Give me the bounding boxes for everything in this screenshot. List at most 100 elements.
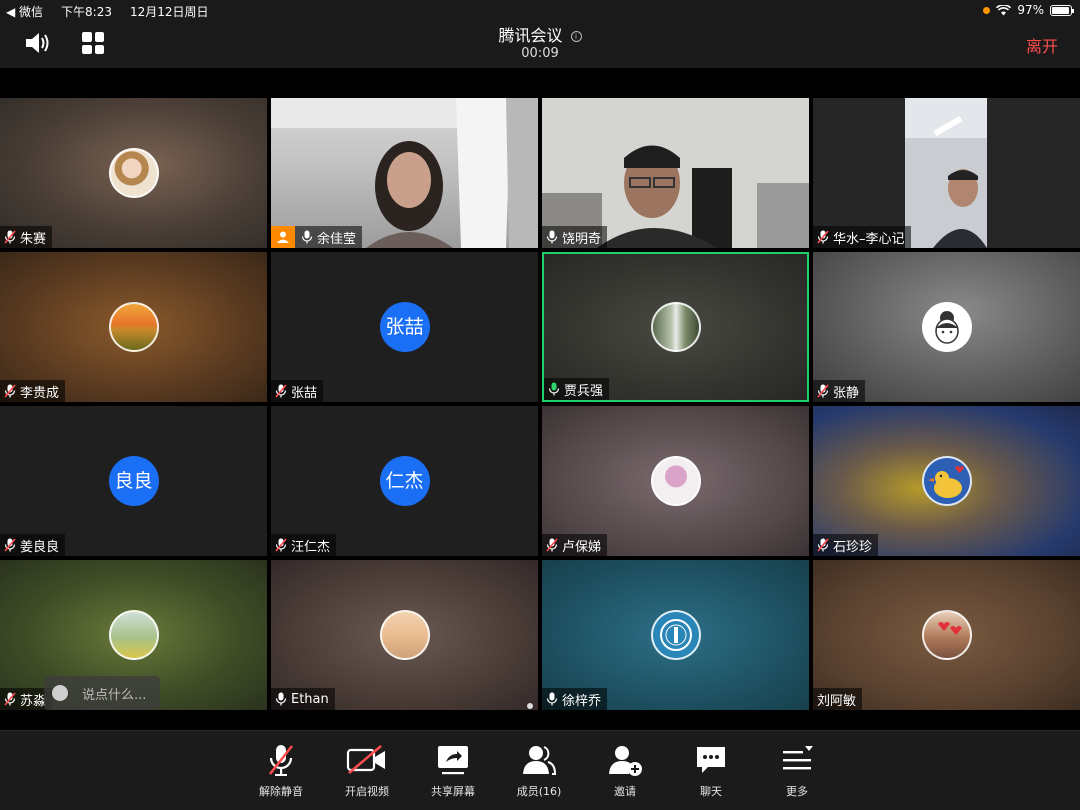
- avatar: [650, 610, 701, 660]
- host-badge-icon: [271, 226, 295, 248]
- status-bar: ◀ 微信 下午8:23 12月12日周日 97%: [0, 0, 1080, 20]
- meeting-title-text: 腾讯会议: [498, 26, 563, 45]
- status-time: 下午8:23: [61, 5, 112, 19]
- mic-muted-icon: [275, 538, 287, 552]
- battery-percent: 97%: [1017, 3, 1044, 17]
- participant-tile[interactable]: Ethan: [271, 560, 538, 710]
- participant-nameplate: 刘阿敏: [813, 688, 863, 710]
- avatar: [921, 610, 972, 660]
- participant-tile[interactable]: 余佳莹: [271, 98, 538, 248]
- participant-tile[interactable]: 仁杰 汪仁杰: [271, 406, 538, 556]
- status-date: 12月12日周日: [130, 5, 209, 19]
- participant-tile[interactable]: 良良 姜良良: [0, 406, 267, 556]
- info-icon[interactable]: i: [570, 31, 582, 42]
- more-button[interactable]: 更多: [757, 743, 837, 799]
- invite-label: 邀请: [614, 785, 636, 798]
- more-label: 更多: [786, 785, 808, 798]
- avatar: [921, 302, 972, 352]
- members-icon: [523, 746, 557, 775]
- avatar: [108, 610, 159, 660]
- chat-icon: [697, 747, 725, 773]
- participant-nameplate: Ethan: [271, 688, 335, 710]
- participant-tile[interactable]: 饶明奇: [542, 98, 809, 248]
- participant-tile[interactable]: 朱赛: [0, 98, 267, 248]
- meeting-title: 腾讯会议 i: [0, 22, 1080, 46]
- page-indicator[interactable]: [527, 703, 533, 709]
- mic-icon: [301, 230, 313, 244]
- participant-name: 饶明奇: [562, 231, 602, 247]
- participant-name: 贾兵强: [564, 383, 604, 399]
- participant-nameplate: 贾兵强: [544, 378, 610, 400]
- avatar: [650, 456, 701, 506]
- video-tile-grid: 朱赛 余佳莹 饶明奇 华水–李心记 李贵成 张喆 张喆 贾兵强 张静 良良 姜良…: [0, 98, 1080, 712]
- participant-nameplate: 卢保娣: [542, 534, 608, 556]
- mic-speaking-icon: [548, 382, 560, 396]
- more-menu-icon: [783, 746, 813, 770]
- participant-tile[interactable]: 张静: [813, 252, 1080, 402]
- participant-name: 华水–李心记: [833, 231, 905, 247]
- mic-in-use-indicator: [983, 6, 991, 14]
- participant-name: 刘阿敏: [817, 693, 857, 709]
- participant-tile[interactable]: 卢保娣: [542, 406, 809, 556]
- unmute-button[interactable]: 解除静音: [241, 743, 321, 799]
- start-video-label: 开启视频: [345, 785, 389, 798]
- members-label: 成员(16): [516, 785, 562, 798]
- mic-muted-icon: [4, 230, 16, 244]
- avatar: [379, 610, 430, 660]
- avatar: [108, 148, 159, 198]
- participant-tile[interactable]: 徐梓乔: [542, 560, 809, 710]
- participant-name: 张喆: [291, 385, 318, 401]
- unmute-label: 解除静音: [259, 785, 303, 798]
- participant-name: 张静: [833, 385, 860, 401]
- participant-nameplate: 张喆: [271, 380, 324, 402]
- participant-nameplate: 朱赛: [0, 226, 53, 248]
- page-dot: [527, 703, 533, 709]
- participant-nameplate: 张静: [813, 380, 866, 402]
- chat-placeholder: 说点什么...: [82, 687, 147, 703]
- invite-icon: [609, 746, 642, 776]
- participant-nameplate: 汪仁杰: [271, 534, 337, 556]
- participant-tile[interactable]: 华水–李心记: [813, 98, 1080, 248]
- avatar: [921, 456, 972, 506]
- mic-muted-icon: [275, 384, 287, 398]
- chat-label: 聊天: [700, 785, 722, 798]
- back-to-app-link[interactable]: ◀ 微信: [6, 3, 43, 20]
- participant-name: 苏淼: [20, 693, 47, 709]
- members-button[interactable]: 成员(16): [499, 743, 579, 799]
- participant-tile-active-speaker[interactable]: 贾兵强: [542, 252, 809, 402]
- participant-nameplate: 华水–李心记: [813, 226, 911, 248]
- participant-tile[interactable]: 石珍珍: [813, 406, 1080, 556]
- chat-button[interactable]: 聊天: [671, 743, 751, 799]
- wifi-icon: [996, 4, 1012, 15]
- mic-muted-icon: [4, 538, 16, 552]
- avatar: [108, 302, 159, 352]
- mic-icon: [546, 692, 558, 706]
- start-video-button[interactable]: 开启视频: [327, 743, 407, 799]
- initials-avatar: 张喆: [379, 302, 430, 352]
- emoji-icon[interactable]: [52, 685, 68, 701]
- participant-nameplate: 余佳莹: [271, 226, 363, 248]
- participant-tile[interactable]: 张喆 张喆: [271, 252, 538, 402]
- participant-nameplate: 饶明奇: [542, 226, 608, 248]
- share-screen-button[interactable]: 共享屏幕: [413, 743, 493, 799]
- participant-name: Ethan: [291, 691, 329, 707]
- mic-muted-icon: [4, 692, 16, 706]
- leave-button[interactable]: 离开: [1026, 33, 1058, 57]
- mic-icon: [275, 692, 287, 706]
- mic-off-icon: [269, 745, 293, 776]
- share-screen-label: 共享屏幕: [431, 785, 475, 798]
- mic-muted-icon: [546, 538, 558, 552]
- chat-quick-input[interactable]: 说点什么...: [44, 676, 160, 710]
- participant-name: 李贵成: [20, 385, 60, 401]
- battery-icon: [1050, 4, 1074, 16]
- meeting-timer: 00:09: [521, 46, 559, 61]
- bottom-toolbar: 解除静音 开启视频 共享屏幕 成员(16) 邀请 聊天 更多: [0, 730, 1080, 810]
- mic-muted-icon: [817, 384, 829, 398]
- meeting-header: 腾讯会议 i 00:09 离开: [0, 20, 1080, 68]
- participant-tile[interactable]: 刘阿敏: [813, 560, 1080, 710]
- participant-nameplate: 石珍珍: [813, 534, 879, 556]
- participant-name: 余佳莹: [317, 231, 357, 247]
- participant-tile[interactable]: 李贵成: [0, 252, 267, 402]
- invite-button[interactable]: 邀请: [585, 743, 665, 799]
- participant-name: 卢保娣: [562, 539, 602, 555]
